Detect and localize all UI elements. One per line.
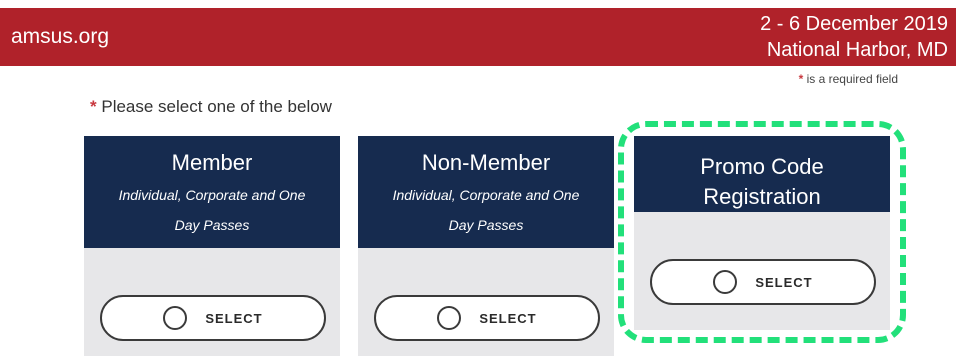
member-select-button[interactable]: SELECT — [100, 295, 326, 341]
required-note-text: is a required field — [806, 72, 898, 86]
select-label: SELECT — [205, 310, 263, 326]
card-header: Member Individual, Corporate and One Day… — [84, 136, 340, 248]
card-title: Member — [171, 150, 253, 175]
card-header: Promo Code Registration — [634, 136, 890, 212]
card-title: Promo Code Registration — [700, 154, 824, 209]
card-subtitle: Individual, Corporate and One Day Passes — [84, 180, 340, 240]
card-subtitle: Individual, Corporate and One Day Passes — [358, 180, 614, 240]
selection-prompt: * Please select one of the below — [90, 97, 332, 117]
required-field-note: * is a required field — [799, 72, 898, 86]
required-asterisk-icon: * — [90, 97, 97, 116]
member-card: Member Individual, Corporate and One Day… — [84, 136, 340, 356]
site-name[interactable]: amsus.org — [11, 25, 109, 49]
select-label: SELECT — [755, 274, 813, 290]
radio-circle-icon — [163, 306, 188, 330]
non-member-select-button[interactable]: SELECT — [374, 295, 600, 341]
card-title: Non-Member — [421, 150, 551, 175]
card-subtitle-line: Day Passes — [174, 217, 250, 233]
radio-circle-icon — [437, 306, 462, 330]
event-dates: 2 - 6 December 2019 — [760, 13, 948, 35]
site-header: amsus.org 2 - 6 December 2019 National H… — [0, 8, 956, 66]
non-member-card: Non-Member Individual, Corporate and One… — [358, 136, 614, 356]
card-subtitle-line: Day Passes — [448, 217, 524, 233]
select-label: SELECT — [479, 310, 537, 326]
radio-circle-icon — [713, 270, 738, 294]
required-asterisk-icon: * — [798, 72, 804, 86]
card-subtitle-line: Individual, Corporate and One — [392, 187, 580, 203]
event-info: 2 - 6 December 2019 National Harbor, MD — [760, 11, 948, 63]
promo-code-select-button[interactable]: SELECT — [650, 259, 876, 305]
card-header: Non-Member Individual, Corporate and One… — [358, 136, 614, 248]
promo-code-card: Promo Code Registration SELECT — [634, 136, 890, 330]
event-location: National Harbor, MD — [766, 39, 948, 61]
card-subtitle-line: Individual, Corporate and One — [118, 187, 306, 203]
prompt-text: Please select one of the below — [101, 97, 332, 116]
